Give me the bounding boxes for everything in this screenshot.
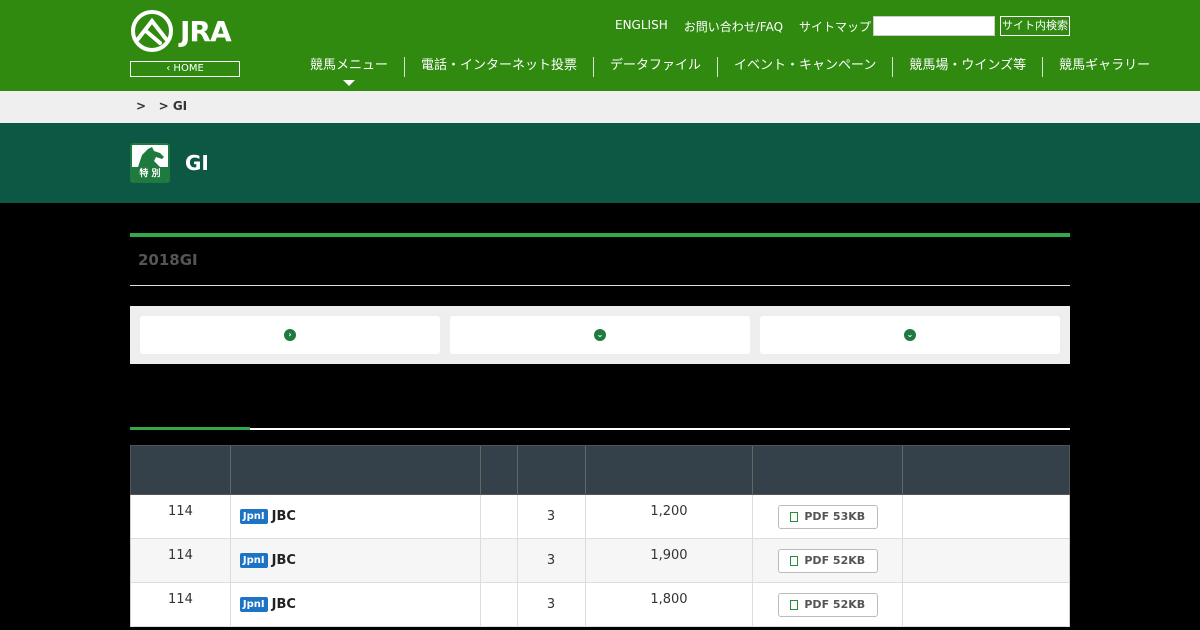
table-header-cell	[131, 446, 231, 494]
table-cell	[903, 583, 1069, 626]
page-title: GI	[185, 151, 209, 175]
tab-active-indicator[interactable]	[130, 427, 250, 430]
nav-label: データファイル	[610, 58, 702, 73]
anchor-tab-1[interactable]: ›	[140, 316, 440, 354]
top-link-faq[interactable]: お問い合わせ/FAQ	[684, 18, 783, 35]
section-title: 2018GI	[138, 251, 198, 269]
nav-label: 競馬場・ウインズ等	[909, 58, 1027, 73]
table-header	[130, 445, 1070, 495]
nav-item-gallery[interactable]: 競馬ギャラリー	[1042, 57, 1166, 77]
chevron-down-circle-icon: ⌄	[904, 329, 916, 341]
table-cell	[481, 583, 518, 626]
table-cell-age: 3	[518, 583, 586, 626]
site-header: JRA ‹ HOME ENGLISH お問い合わせ/FAQ サイトマップ サイト…	[0, 0, 1200, 91]
pdf-download-button[interactable]: PDF 52KB	[777, 592, 878, 617]
table-cell-distance: 1,900	[586, 539, 754, 582]
pdf-label: PDF 52KB	[804, 554, 866, 567]
pdf-label: PDF 52KB	[804, 598, 866, 611]
pdf-download-button[interactable]: PDF 53KB	[777, 504, 878, 529]
grade-badge: JpnI	[239, 509, 268, 524]
table-cell-pdf: PDF 53KB	[753, 495, 904, 538]
nav-label: 電話・インターネット投票	[421, 58, 578, 73]
breadcrumb: > > GI	[0, 91, 1200, 123]
table-cell-number: 114	[131, 583, 231, 626]
nav-item-voting[interactable]: 電話・インターネット投票	[404, 57, 593, 77]
table-cell	[481, 539, 518, 582]
nav-item-data-file[interactable]: データファイル	[593, 57, 717, 77]
home-label: HOME	[173, 63, 204, 74]
grade-badge: JpnI	[239, 553, 268, 568]
table-row: 114 JpnI JBC 3 1,800 PDF 52KB	[130, 583, 1070, 627]
chevron-left-icon: ‹	[166, 63, 171, 74]
race-name[interactable]: JBC	[272, 553, 296, 568]
table-cell-pdf: PDF 52KB	[753, 583, 904, 626]
pdf-file-icon	[790, 511, 799, 522]
main-nav: 競馬メニュー 電話・インターネット投票 データファイル イベント・キャンペーン …	[294, 57, 1166, 86]
title-band: 特 別 GI	[0, 123, 1200, 203]
table-cell	[903, 495, 1069, 538]
table-cell-distance: 1,200	[586, 495, 754, 538]
pdf-file-icon	[790, 599, 799, 610]
breadcrumb-text[interactable]: > > GI	[136, 99, 187, 113]
table-row: 114 JpnI JBC 3 1,200 PDF 53KB	[130, 495, 1070, 539]
logo-text: JRA	[180, 14, 232, 48]
section-accent-bar	[130, 233, 1070, 237]
top-link-english[interactable]: ENGLISH	[615, 18, 668, 35]
search-button[interactable]: サイト内検索	[1000, 16, 1070, 36]
table-cell-number: 114	[131, 539, 231, 582]
anchor-tab-2[interactable]: ⌄	[450, 316, 750, 354]
section-divider	[130, 285, 1070, 286]
jra-logo-icon	[131, 10, 173, 52]
caret-down-icon	[343, 80, 355, 86]
race-table: 114 JpnI JBC 3 1,200 PDF 53KB 114 JpnI J…	[130, 445, 1070, 627]
table-header-cell	[903, 446, 1069, 494]
table-header-cell	[231, 446, 481, 494]
nav-label: 競馬メニュー	[310, 58, 389, 73]
search-input[interactable]	[873, 16, 995, 36]
chevron-down-circle-icon: ⌄	[594, 329, 606, 341]
pdf-download-button[interactable]: PDF 52KB	[777, 548, 878, 573]
special-race-label: 特 別	[132, 167, 168, 181]
race-name[interactable]: JBC	[272, 509, 296, 524]
table-cell-race: JpnI JBC	[231, 495, 481, 538]
table-cell-race: JpnI JBC	[231, 583, 481, 626]
top-link-sitemap[interactable]: サイトマップ	[799, 18, 871, 35]
nav-label: イベント・キャンペーン	[734, 58, 877, 73]
anchor-tab-3[interactable]: ⌄	[760, 316, 1060, 354]
table-cell-pdf: PDF 52KB	[753, 539, 904, 582]
table-row: 114 JpnI JBC 3 1,900 PDF 52KB	[130, 539, 1070, 583]
chevron-right-circle-icon: ›	[284, 329, 296, 341]
grade-badge: JpnI	[239, 597, 268, 612]
table-header-cell	[586, 446, 754, 494]
table-header-cell	[518, 446, 586, 494]
table-header-cell	[481, 446, 518, 494]
race-name[interactable]: JBC	[272, 597, 296, 612]
table-header-cell	[753, 446, 904, 494]
table-cell-age: 3	[518, 495, 586, 538]
table-cell	[481, 495, 518, 538]
tab-underline	[130, 428, 1070, 430]
nav-item-keiba-menu[interactable]: 競馬メニュー	[294, 57, 404, 86]
table-cell-race: JpnI JBC	[231, 539, 481, 582]
nav-item-events[interactable]: イベント・キャンペーン	[717, 57, 892, 77]
home-button[interactable]: ‹ HOME	[130, 61, 240, 77]
special-race-icon: 特 別	[130, 143, 170, 183]
horse-head-icon	[138, 147, 164, 167]
table-cell-distance: 1,800	[586, 583, 754, 626]
pdf-label: PDF 53KB	[804, 510, 866, 523]
pdf-file-icon	[790, 555, 799, 566]
jra-logo[interactable]: JRA	[130, 8, 240, 54]
table-cell	[903, 539, 1069, 582]
nav-label: 競馬ギャラリー	[1059, 58, 1151, 73]
nav-item-racecourses[interactable]: 競馬場・ウインズ等	[892, 57, 1042, 77]
table-cell-number: 114	[131, 495, 231, 538]
top-links: ENGLISH お問い合わせ/FAQ サイトマップ	[615, 18, 871, 35]
anchor-tab-box: › ⌄ ⌄	[130, 306, 1070, 364]
table-cell-age: 3	[518, 539, 586, 582]
